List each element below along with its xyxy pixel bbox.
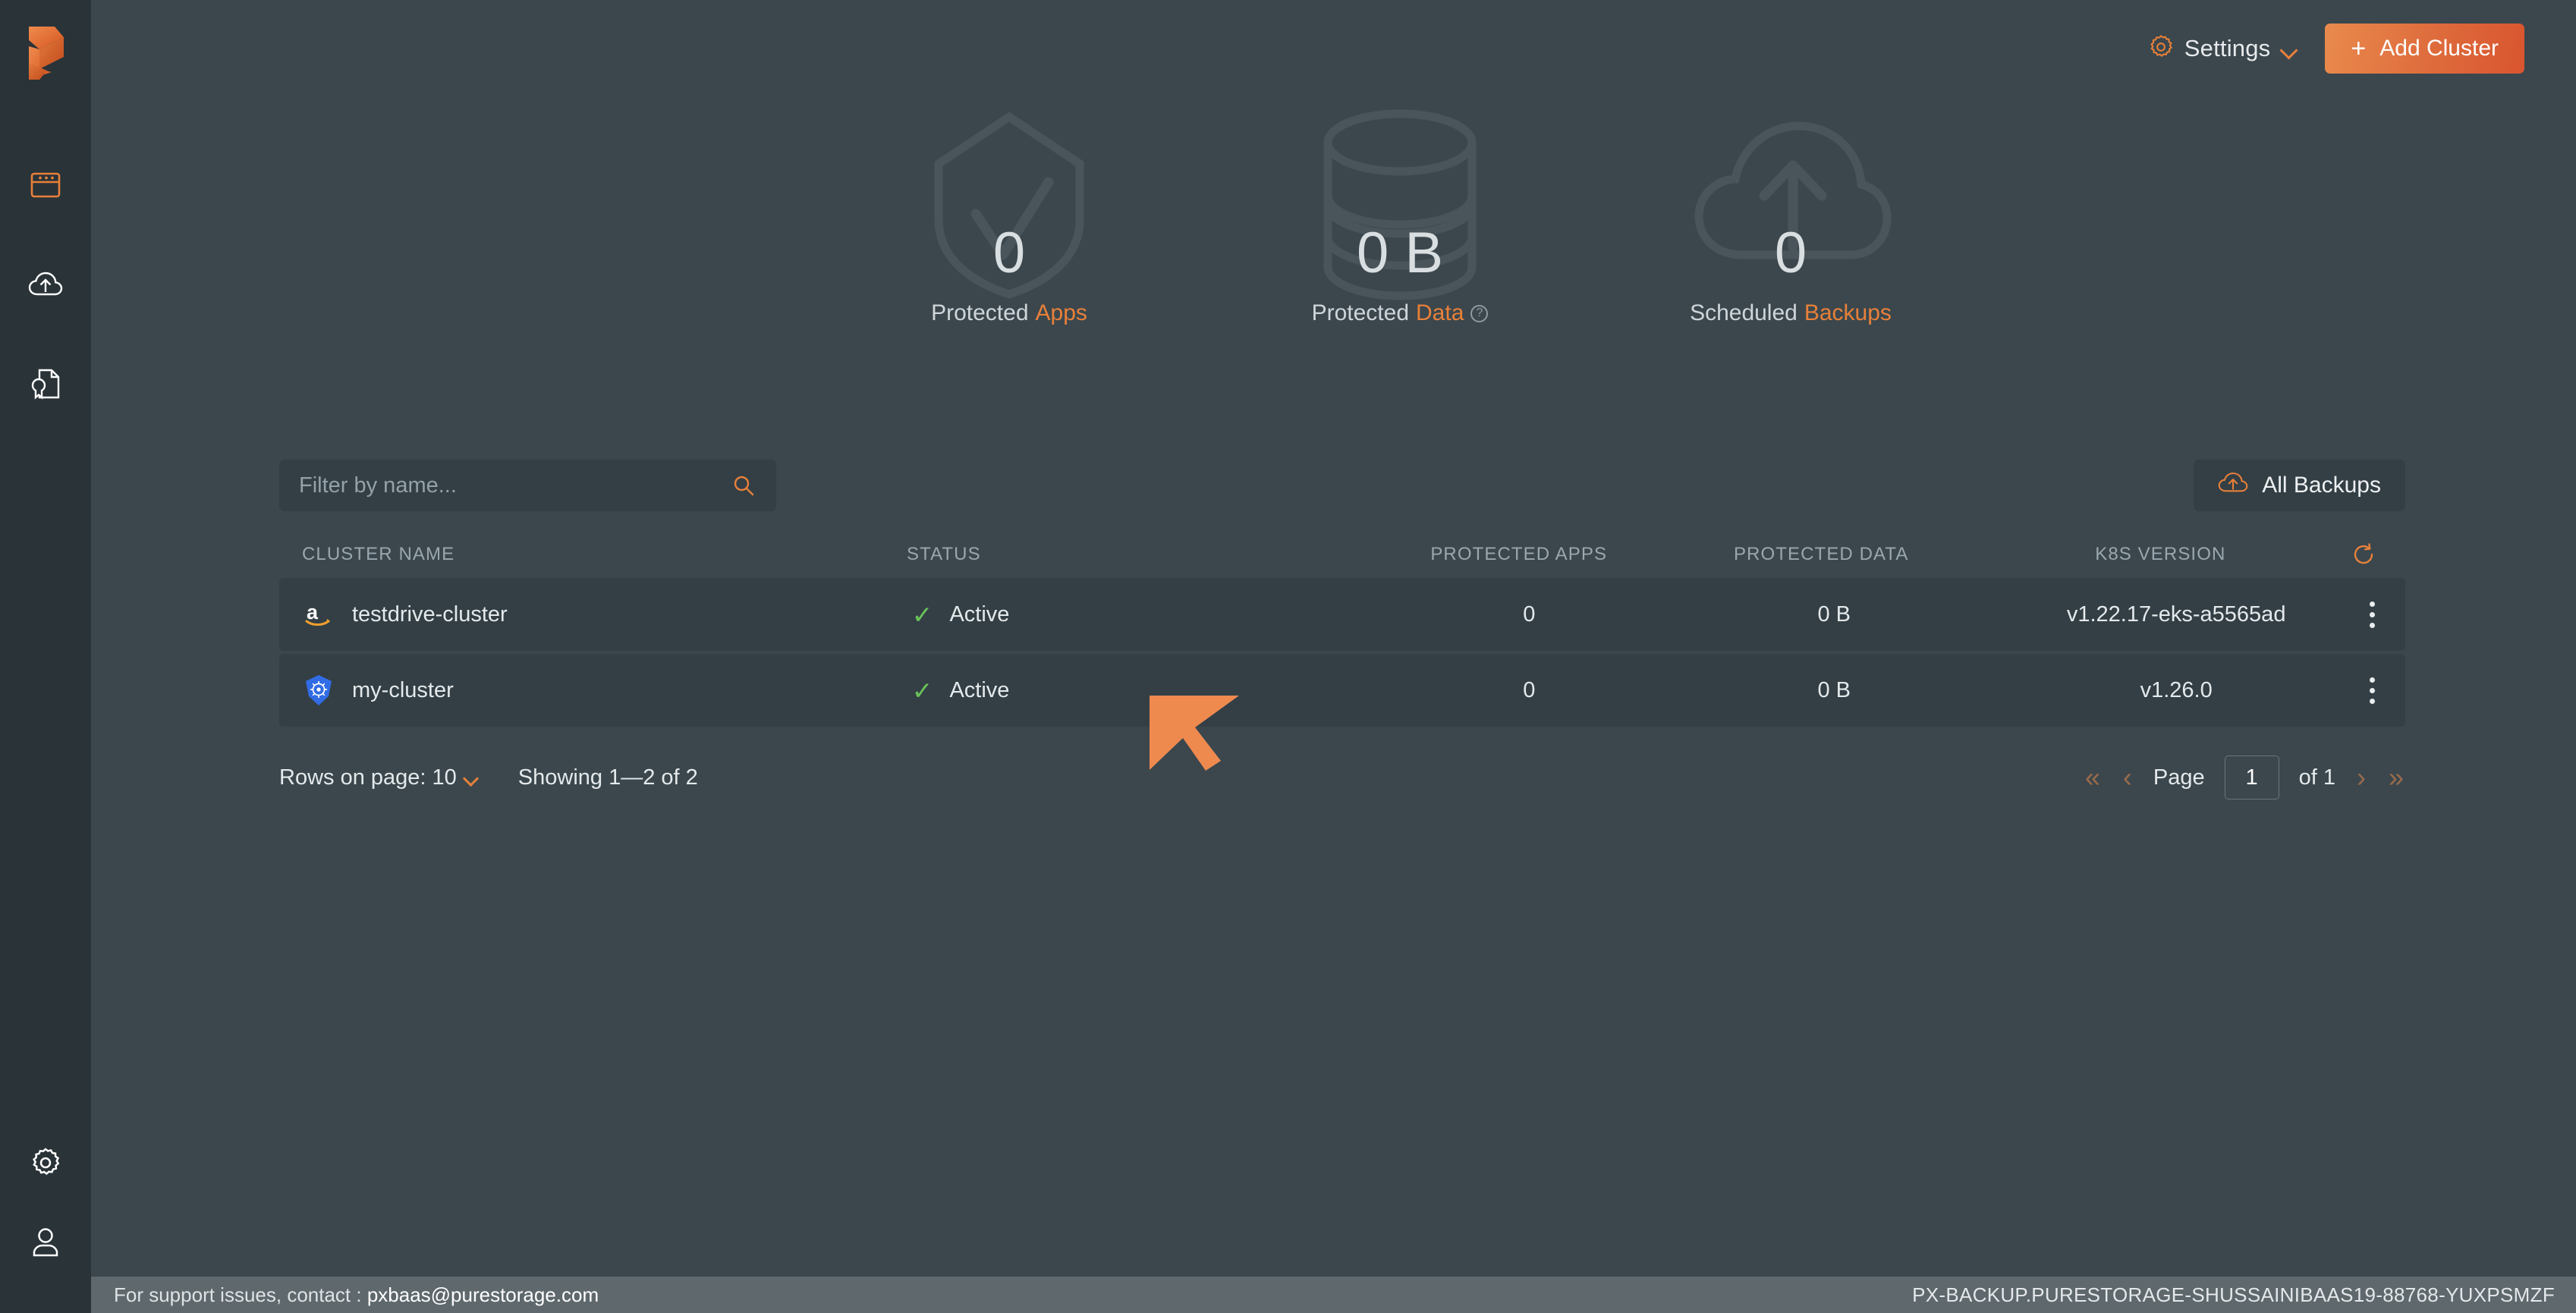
chevron-down-icon — [2281, 44, 2298, 54]
summary-stats: 0 Protected Apps 0 B Protected Data ? 0 … — [850, 106, 1950, 334]
search-input[interactable] — [279, 473, 732, 498]
total-pages-label: of 1 — [2298, 765, 2335, 790]
cell-cluster-name: a testdrive-cluster — [302, 598, 912, 631]
stat-protected-apps: 0 Protected Apps — [850, 106, 1168, 334]
search-icon[interactable] — [732, 474, 755, 497]
all-backups-label: All Backups — [2262, 473, 2381, 498]
support-email[interactable]: pxbaas@purestorage.com — [367, 1283, 599, 1306]
add-cluster-button[interactable]: + Add Cluster — [2325, 24, 2524, 74]
table-row[interactable]: a testdrive-cluster ✓ Active 0 0 B v1.22… — [279, 578, 2405, 651]
check-icon: ✓ — [911, 676, 933, 705]
main-content: Settings + Add Cluster 0 Protected Apps … — [91, 0, 2576, 1313]
clusters-table: CLUSTER NAME STATUS PROTECTED APPS PROTE… — [279, 531, 2405, 730]
sidebar-bottom-nav — [0, 1139, 91, 1266]
instance-id-label: PX-BACKUP.PURESTORAGE-SHUSSAINIBAAS19-88… — [1912, 1283, 2555, 1306]
stat-label: Protected Data ? — [1312, 300, 1489, 326]
column-header-protected-apps: PROTECTED APPS — [1430, 544, 1608, 564]
app-root: Settings + Add Cluster 0 Protected Apps … — [0, 0, 2576, 1313]
page-number-input[interactable] — [2224, 755, 2279, 799]
pagination-bar: Rows on page: 10 Showing 1—2 of 2 « ‹ Pa… — [279, 751, 2405, 804]
cell-k8s-version: v1.22.17-eks-a5565ad — [2066, 602, 2286, 627]
support-contact: For support issues, contact : pxbaas@pur… — [114, 1283, 599, 1307]
kubernetes-icon — [302, 674, 335, 707]
stat-value: 0 — [1774, 221, 1807, 285]
filter-box — [279, 460, 776, 511]
sidebar — [0, 0, 91, 1313]
kebab-menu-icon[interactable] — [2370, 601, 2376, 628]
rows-per-page-label: Rows on page: 10 — [279, 765, 457, 790]
sidebar-item-account[interactable] — [21, 1217, 70, 1266]
cell-status: ✓ Active — [912, 602, 1373, 627]
last-page-button[interactable]: » — [2387, 764, 2405, 791]
prev-page-button[interactable]: ‹ — [2122, 764, 2134, 791]
sidebar-item-settings[interactable] — [21, 1139, 70, 1187]
rows-per-page-select[interactable]: Rows on page: 10 — [279, 765, 479, 790]
plus-icon: + — [2351, 34, 2367, 63]
gear-icon — [2148, 34, 2174, 64]
stat-label-prefix: Protected — [931, 300, 1029, 325]
cluster-name-label: my-cluster — [352, 677, 454, 702]
cell-cluster-name: my-cluster — [302, 674, 912, 707]
table-header-row: CLUSTER NAME STATUS PROTECTED APPS PROTE… — [279, 531, 2405, 578]
column-header-protected-data: PROTECTED DATA — [1733, 544, 1909, 564]
refresh-icon[interactable] — [2352, 543, 2375, 566]
column-header-k8s-version: K8S VERSION — [2095, 544, 2226, 564]
top-bar: Settings + Add Cluster — [91, 0, 2576, 97]
aws-icon: a — [302, 598, 335, 631]
table-toolbar: All Backups — [279, 460, 2405, 511]
stat-label-accent: Apps — [1035, 300, 1087, 325]
cell-protected-data: 0 B — [1817, 602, 1851, 627]
stat-scheduled-backups: 0 Scheduled Backups — [1631, 106, 1950, 334]
first-page-button[interactable]: « — [2084, 764, 2102, 791]
sidebar-item-licenses[interactable] — [21, 360, 70, 408]
all-backups-button[interactable]: All Backups — [2194, 460, 2405, 511]
table-row[interactable]: my-cluster ✓ Active 0 0 B v1.26.0 — [279, 654, 2405, 727]
stat-label-accent: Backups — [1804, 300, 1892, 325]
cell-protected-data: 0 B — [1817, 677, 1851, 702]
settings-menu-button[interactable]: Settings — [2148, 34, 2298, 64]
stat-label: Protected Apps — [931, 300, 1087, 326]
chevron-down-icon — [464, 773, 479, 782]
stat-value: 0 — [992, 221, 1026, 285]
sidebar-nav — [21, 161, 70, 408]
stat-label: Scheduled Backups — [1690, 300, 1892, 326]
stat-label-prefix: Protected — [1311, 300, 1410, 325]
showing-range-label: Showing 1—2 of 2 — [517, 765, 698, 790]
svg-text:a: a — [307, 601, 319, 624]
sidebar-item-backups[interactable] — [21, 260, 70, 309]
next-page-button[interactable]: › — [2355, 764, 2367, 791]
cloud-upload-icon — [2218, 471, 2248, 500]
portworx-logo-icon[interactable] — [0, 17, 91, 100]
kebab-menu-icon[interactable] — [2370, 677, 2376, 704]
support-prefix: For support issues, contact : — [114, 1283, 367, 1306]
status-label: Active — [949, 677, 1010, 702]
stat-label-accent: Data — [1416, 300, 1464, 325]
cell-status: ✓ Active — [912, 678, 1373, 703]
add-cluster-label: Add Cluster — [2379, 36, 2499, 61]
cell-protected-apps: 0 — [1523, 677, 1536, 702]
column-header-status: STATUS — [907, 544, 981, 564]
column-header-cluster-name: CLUSTER NAME — [302, 544, 455, 564]
stat-value: 0 B — [1356, 221, 1444, 285]
settings-label: Settings — [2184, 35, 2271, 61]
check-icon: ✓ — [911, 600, 933, 629]
page-label: Page — [2153, 765, 2205, 790]
help-icon[interactable]: ? — [1470, 304, 1489, 322]
stat-label-prefix: Scheduled — [1690, 300, 1798, 325]
status-label: Active — [949, 602, 1010, 627]
stat-protected-data: 0 B Protected Data ? — [1241, 106, 1559, 334]
cell-protected-apps: 0 — [1523, 602, 1536, 627]
status-bar: For support issues, contact : pxbaas@pur… — [91, 1277, 2576, 1313]
sidebar-item-dashboard[interactable] — [21, 161, 70, 209]
cell-k8s-version: v1.26.0 — [2140, 677, 2213, 702]
cluster-name-label: testdrive-cluster — [352, 602, 508, 627]
